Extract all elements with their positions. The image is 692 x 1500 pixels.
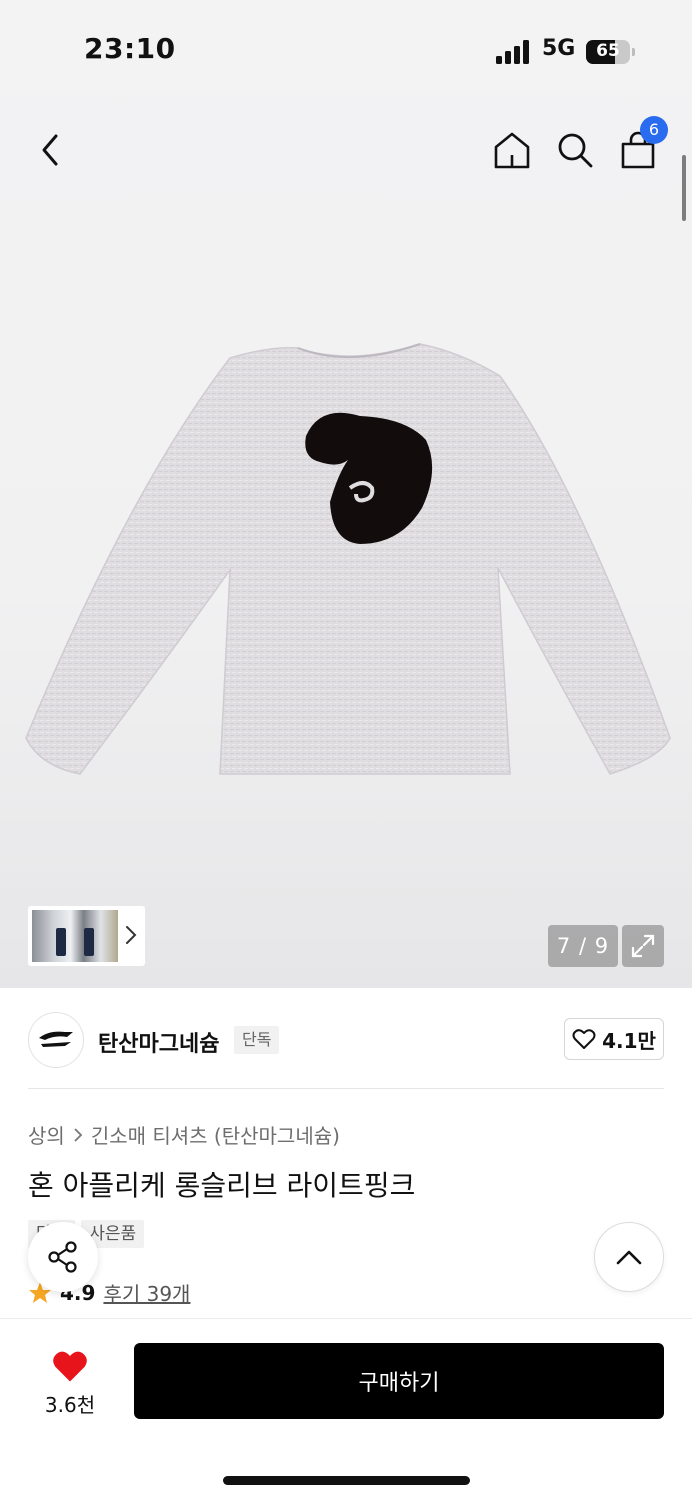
status-time: 23:10 xyxy=(84,32,176,65)
product-image xyxy=(25,343,671,775)
brand-row: 탄산마그네슘 단독 4.1만 xyxy=(28,1010,664,1070)
product-title: 혼 아플리케 롱슬리브 라이트핑크 xyxy=(28,1169,416,1202)
home-button[interactable] xyxy=(484,120,540,180)
wishlist-count: 3.6천 xyxy=(44,1393,96,1417)
brand-logo[interactable] xyxy=(28,1012,84,1068)
thumbnail-strip[interactable] xyxy=(28,906,145,966)
cart-count-badge: 6 xyxy=(640,116,668,144)
search-icon xyxy=(558,133,593,168)
image-counter: 7 / 9 xyxy=(548,925,618,967)
review-link[interactable]: 후기 39개 xyxy=(103,1278,190,1307)
chevron-left-icon xyxy=(42,134,58,166)
status-bar: 23:10 5G 65 xyxy=(0,0,692,100)
breadcrumb: 상의 긴소매 티셔츠 (탄산마그네슘) xyxy=(28,1120,340,1149)
product-gallery[interactable]: 23:10 5G 65 6 7 / 9 xyxy=(0,0,692,988)
chevron-up-icon xyxy=(616,1250,642,1265)
divider xyxy=(28,1088,664,1089)
signal-icon xyxy=(496,40,532,64)
chevron-right-icon xyxy=(126,926,137,944)
thumbnail-image xyxy=(32,910,118,962)
breadcrumb-subcategory[interactable]: 긴소매 티셔츠 (탄산마그네슘) xyxy=(91,1120,340,1149)
top-nav: 6 xyxy=(0,116,692,184)
home-icon xyxy=(494,132,530,169)
brand-logo-icon xyxy=(39,1031,73,1047)
brand-like-button[interactable]: 4.1만 xyxy=(564,1018,664,1060)
battery-tip xyxy=(632,48,635,56)
scroll-top-button[interactable] xyxy=(594,1222,664,1292)
heart-outline-icon xyxy=(572,1029,596,1049)
expand-button[interactable] xyxy=(622,925,664,967)
battery-level: 65 xyxy=(596,41,620,61)
home-indicator xyxy=(223,1476,470,1485)
network-type: 5G xyxy=(542,36,576,61)
breadcrumb-category[interactable]: 상의 xyxy=(28,1120,65,1149)
exclusive-tag: 단독 xyxy=(234,1026,280,1054)
expand-icon xyxy=(631,934,655,958)
back-button[interactable] xyxy=(22,120,78,180)
brand-like-count: 4.1만 xyxy=(602,1028,656,1053)
share-icon xyxy=(48,1241,77,1273)
search-button[interactable] xyxy=(547,120,603,180)
wishlist-button[interactable]: 3.6천 xyxy=(28,1349,112,1418)
share-button[interactable] xyxy=(28,1222,98,1292)
brand-name[interactable]: 탄산마그네슘 xyxy=(98,1026,219,1058)
chevron-right-icon xyxy=(74,1127,83,1142)
cart-button[interactable]: 6 xyxy=(610,116,668,180)
heart-filled-icon xyxy=(53,1351,87,1382)
buy-button[interactable]: 구매하기 xyxy=(134,1343,664,1419)
scrollbar[interactable] xyxy=(682,155,686,221)
bottom-action-bar: 3.6천 구매하기 xyxy=(0,1318,692,1500)
battery-icon: 65 xyxy=(586,40,630,64)
